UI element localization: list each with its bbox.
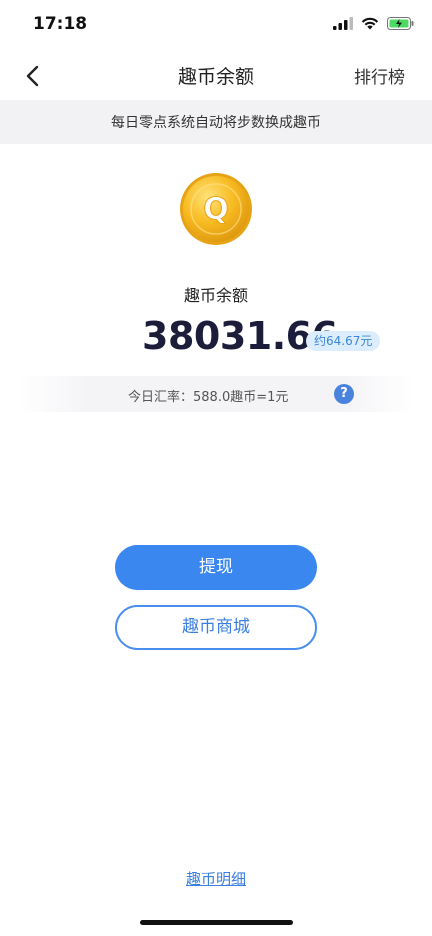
withdraw-button[interactable]: 提现: [115, 545, 317, 590]
battery-charging-icon: [387, 17, 414, 30]
leaderboard-link[interactable]: 排行榜: [354, 63, 405, 88]
cellular-signal-icon: [333, 17, 353, 30]
balance-row: 38031.66 约64.67元: [0, 310, 432, 366]
coin-details-link[interactable]: 趣币明细: [0, 868, 432, 889]
coin-mall-button[interactable]: 趣币商城: [115, 605, 317, 650]
status-icons: [333, 17, 414, 30]
coin-icon: Q: [179, 172, 253, 250]
status-bar: 17:18: [0, 0, 432, 52]
notice-banner: 每日零点系统自动将步数换成趣币: [0, 100, 432, 144]
coin-letter: Q: [203, 192, 229, 227]
status-time: 17:18: [33, 14, 88, 34]
wifi-icon: [361, 17, 379, 30]
exchange-rate-row: 今日汇率：588.0趣币=1元 ?: [18, 376, 414, 412]
nav-bar: 趣币余额 排行榜: [0, 52, 432, 100]
help-icon[interactable]: ?: [334, 384, 354, 404]
home-indicator: [140, 920, 293, 925]
balance-label: 趣币余额: [183, 286, 248, 305]
exchange-rate-text: 今日汇率：588.0趣币=1元: [128, 390, 289, 405]
approx-value-badge: 约64.67元: [306, 331, 381, 351]
